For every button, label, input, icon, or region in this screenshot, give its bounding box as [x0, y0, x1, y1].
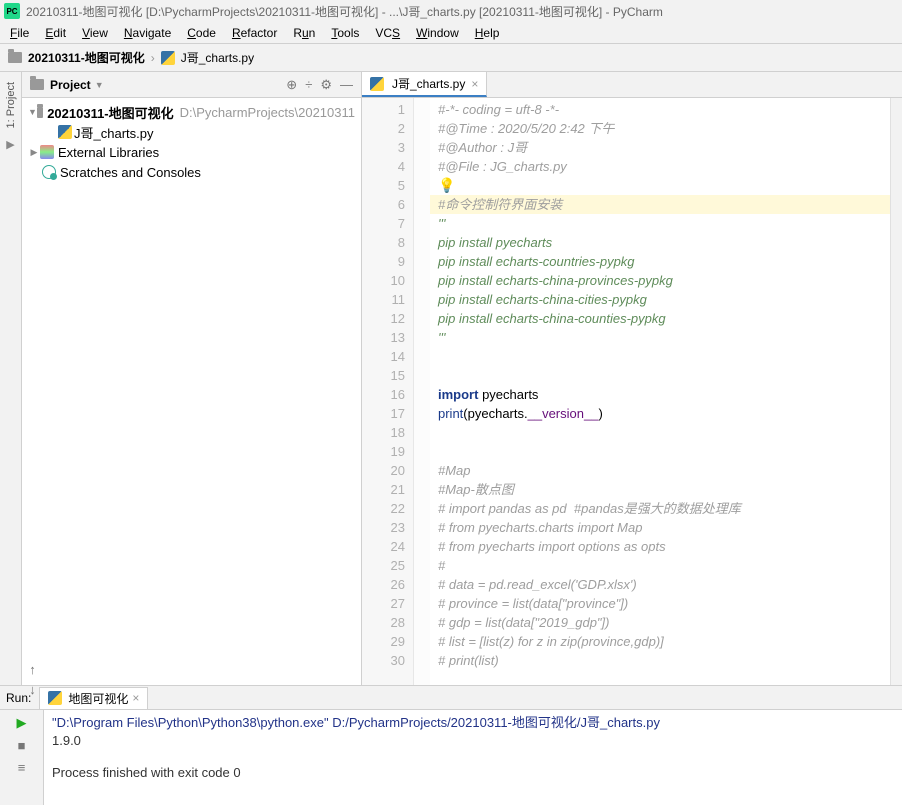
- menu-run[interactable]: Run: [287, 24, 321, 42]
- libraries-icon: [40, 145, 54, 159]
- left-tool-strip: 1: Project ▶: [0, 72, 22, 685]
- tree-ext-label: External Libraries: [58, 145, 159, 160]
- work-area: 1: Project ▶ Project ▼ ⊕ ÷ ⚙ — ▼ 2021031…: [0, 72, 902, 685]
- menu-tools[interactable]: Tools: [325, 24, 365, 42]
- run-body: ▶ ■ ≡ ↑ ↓ "D:\Program Files\Python\Pytho…: [0, 710, 902, 805]
- folder-icon: [30, 79, 44, 90]
- folder-icon: [8, 52, 22, 63]
- breadcrumb-project[interactable]: 20210311-地图可视化: [28, 49, 145, 66]
- chevron-down-icon[interactable]: ▼: [95, 80, 104, 90]
- down-button[interactable]: ↓: [24, 680, 42, 698]
- console-command: "D:\Program Files\Python\Python38\python…: [52, 714, 894, 732]
- up-button[interactable]: ↑: [24, 660, 42, 678]
- tree-scratches[interactable]: Scratches and Consoles: [22, 162, 361, 182]
- chevron-right-icon[interactable]: ▶: [6, 138, 14, 151]
- tree-scratch-label: Scratches and Consoles: [60, 165, 201, 180]
- window-title: 20210311-地图可视化 [D:\PycharmProjects\20210…: [26, 3, 663, 20]
- code-editor[interactable]: 1234567891011121314151617181920212223242…: [362, 98, 902, 685]
- menu-edit[interactable]: Edit: [39, 24, 72, 42]
- project-panel-header: Project ▼ ⊕ ÷ ⚙ —: [22, 72, 361, 98]
- run-tab[interactable]: 地图可视化 ×: [39, 687, 148, 709]
- project-tree: ▼ 20210311-地图可视化 D:\PycharmProjects\2021…: [22, 98, 361, 685]
- run-console[interactable]: "D:\Program Files\Python\Python38\python…: [44, 710, 902, 805]
- layout-button[interactable]: ≡: [13, 758, 31, 776]
- target-icon[interactable]: ⊕: [286, 77, 297, 93]
- title-bar: PC 20210311-地图可视化 [D:\PycharmProjects\20…: [0, 0, 902, 22]
- menu-navigate[interactable]: Navigate: [118, 24, 177, 42]
- stop-button[interactable]: ■: [13, 736, 31, 754]
- close-icon[interactable]: ×: [132, 691, 139, 705]
- python-file-icon: [161, 51, 175, 65]
- console-exit: Process finished with exit code 0: [52, 764, 894, 782]
- tree-file[interactable]: J哥_charts.py: [22, 122, 361, 142]
- hide-icon[interactable]: —: [340, 77, 353, 92]
- project-panel: Project ▼ ⊕ ÷ ⚙ — ▼ 20210311-地图可视化 D:\Py…: [22, 72, 362, 685]
- run-tool-window: Run: 地图可视化 × ▶ ■ ≡ ↑ ↓ "D:\Program Files…: [0, 685, 902, 805]
- menu-window[interactable]: Window: [410, 24, 465, 42]
- pycharm-icon: PC: [4, 3, 20, 19]
- error-stripe: [890, 98, 902, 685]
- folder-icon: [37, 107, 43, 118]
- python-file-icon: [58, 125, 72, 139]
- console-output: 1.9.0: [52, 732, 894, 750]
- breadcrumb: 20210311-地图可视化 › J哥_charts.py: [0, 44, 902, 72]
- tree-file-label: J哥_charts.py: [74, 123, 153, 142]
- project-tool-tab[interactable]: 1: Project: [3, 76, 19, 134]
- python-file-icon: [370, 77, 384, 91]
- breadcrumb-file[interactable]: J哥_charts.py: [181, 49, 254, 66]
- tree-root-label: 20210311-地图可视化: [47, 103, 173, 122]
- chevron-right-icon: ›: [151, 51, 155, 65]
- editor-panel: J哥_charts.py × 1234567891011121314151617…: [362, 72, 902, 685]
- menu-bar: File Edit View Navigate Code Refactor Ru…: [0, 22, 902, 44]
- chevron-down-icon[interactable]: ▼: [28, 107, 37, 117]
- python-file-icon: [48, 691, 62, 705]
- scratches-icon: [42, 165, 56, 179]
- menu-code[interactable]: Code: [181, 24, 222, 42]
- tab-active[interactable]: J哥_charts.py ×: [362, 72, 487, 97]
- gear-icon[interactable]: ⚙: [320, 77, 332, 93]
- run-toolbar: ▶ ■ ≡ ↑ ↓: [0, 710, 44, 805]
- tab-label: J哥_charts.py: [392, 75, 465, 92]
- line-gutter: 1234567891011121314151617181920212223242…: [362, 98, 414, 685]
- rerun-button[interactable]: ▶: [13, 714, 31, 732]
- code-area[interactable]: #-*- coding = uft-8 -*-#@Time : 2020/5/2…: [430, 98, 890, 685]
- menu-refactor[interactable]: Refactor: [226, 24, 283, 42]
- menu-help[interactable]: Help: [469, 24, 506, 42]
- editor-tabbar: J哥_charts.py ×: [362, 72, 902, 98]
- menu-view[interactable]: View: [76, 24, 114, 42]
- menu-file[interactable]: File: [4, 24, 35, 42]
- project-panel-title[interactable]: Project: [50, 78, 91, 92]
- tree-root-path: D:\PycharmProjects\20210311: [180, 105, 355, 120]
- menu-vcs[interactable]: VCS: [369, 24, 406, 42]
- run-header: Run: 地图可视化 ×: [0, 686, 902, 710]
- tree-external-libs[interactable]: ▶ External Libraries: [22, 142, 361, 162]
- chevron-right-icon[interactable]: ▶: [28, 147, 40, 158]
- collapse-icon[interactable]: ÷: [305, 77, 312, 92]
- run-tab-label: 地图可视化: [68, 690, 128, 707]
- fold-gutter: [414, 98, 430, 685]
- tree-project-root[interactable]: ▼ 20210311-地图可视化 D:\PycharmProjects\2021…: [22, 102, 361, 122]
- close-icon[interactable]: ×: [471, 77, 478, 91]
